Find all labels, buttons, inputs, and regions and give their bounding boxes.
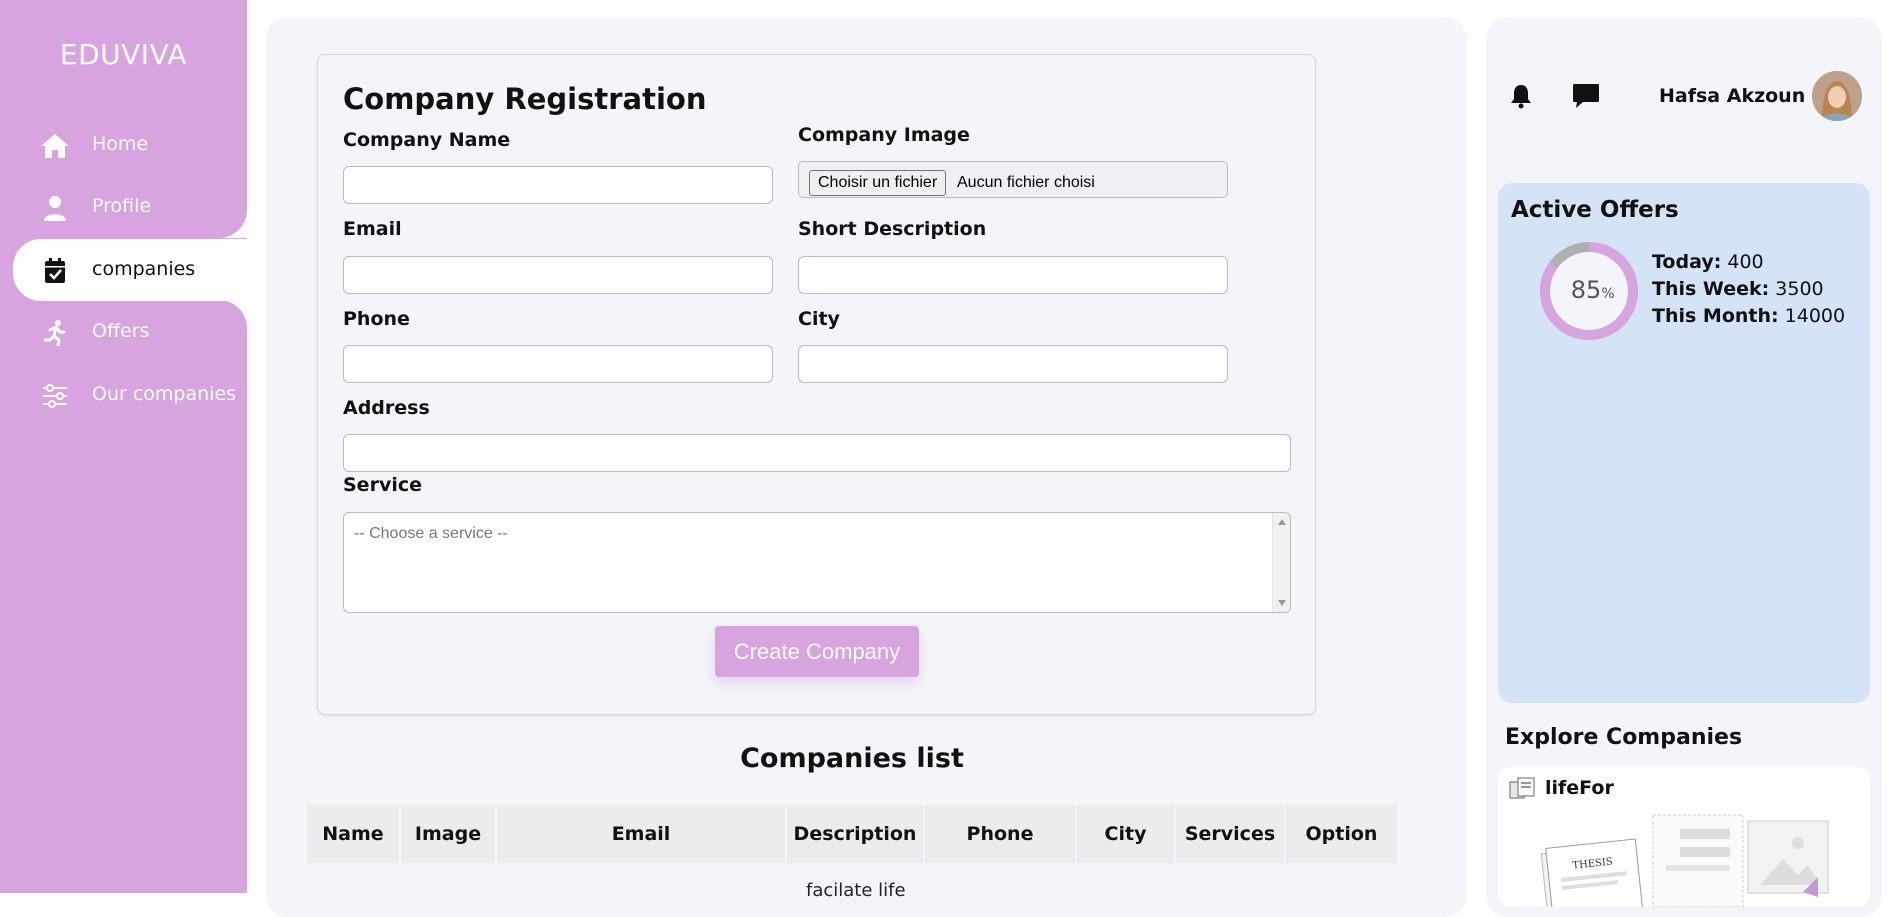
sidebar-item-home[interactable]: Home [0,114,247,176]
city-label: City [798,308,840,330]
sidebar-item-label: Profile [92,195,152,217]
column-header: Name [307,805,401,863]
calendar-check-icon [45,258,65,283]
column-header: Phone [925,805,1077,863]
stat-label: This Week: [1652,278,1770,300]
scroll-up-arrow-icon[interactable] [1278,519,1286,525]
phone-label: Phone [343,308,410,330]
sidebar-item-label: Offers [92,320,150,342]
stat-today: Today: 400 [1652,251,1764,273]
stat-week: This Week: 3500 [1652,278,1824,300]
address-label: Address [343,397,430,419]
sidebar-item-label: companies [92,258,196,280]
sidebar-item-profile[interactable]: Profile [0,176,247,238]
column-header: Description [787,805,925,863]
column-header: Option [1286,805,1399,863]
running-icon [43,320,66,346]
file-status-text: Aucun fichier choisi [957,174,1095,191]
stat-label: Today: [1652,251,1722,273]
email-label: Email [343,218,402,240]
avatar[interactable] [1812,71,1862,121]
app-logo[interactable]: EDUVIVA [0,38,247,71]
email-input[interactable] [343,256,773,294]
registration-form-card [317,54,1316,715]
sidebar-item-companies[interactable]: companies [13,239,247,301]
donut-percent-value: 85 [1571,276,1602,304]
phone-input[interactable] [343,345,773,383]
choose-file-button[interactable]: Choisir un fichier [809,170,947,196]
donut-percent-unit: % [1601,286,1614,302]
chat-icon[interactable] [1571,82,1601,110]
company-name-input[interactable] [343,166,773,204]
column-header: Image [401,805,497,863]
column-header: Services [1176,805,1286,863]
stat-value: 400 [1727,251,1764,273]
company-image-label: Company Image [798,124,970,146]
offers-progress-donut: 85 % [1540,242,1638,340]
companies-table-header: Name Image Email Description Phone City … [307,805,1399,863]
user-icon [44,196,66,221]
bell-icon[interactable] [1508,83,1534,109]
sidebar-item-label: Our companies [92,383,237,405]
explore-companies-title: Explore Companies [1505,725,1743,750]
stat-month: This Month: 14000 [1652,305,1845,327]
column-header: Email [497,805,787,863]
form-title: Company Registration [343,82,707,116]
sidebar-item-label: Home [92,133,149,155]
service-label: Service [343,474,422,496]
company-logo-icon [1509,777,1535,799]
company-image-file-input[interactable]: Choisir un fichier Aucun fichier choisi [798,161,1228,198]
city-input[interactable] [798,345,1228,383]
address-input[interactable] [343,434,1291,472]
scroll-down-arrow-icon[interactable] [1278,600,1286,606]
company-name[interactable]: lifeFor [1545,777,1614,799]
column-header: City [1077,805,1176,863]
short-description-input[interactable] [798,256,1228,294]
stat-value: 14000 [1784,305,1846,327]
sidebar-item-our-companies[interactable]: Our companies [0,364,247,426]
short-description-label: Short Description [798,218,987,240]
table-cell-description: facilate life [806,880,906,901]
home-icon [41,134,69,158]
service-scrollbar[interactable] [1272,513,1290,612]
avatar-image [1812,71,1862,121]
stat-label: This Month: [1652,305,1779,327]
active-offers-title: Active Offers [1511,197,1679,223]
service-placeholder-option[interactable]: -- Choose a service -- [354,525,508,543]
service-select[interactable]: -- Choose a service -- [343,512,1291,613]
user-name[interactable]: Hafsa Akzoun [1659,85,1805,107]
sliders-icon [43,384,67,408]
companies-list-title: Companies list [740,743,964,774]
sidebar-item-offers[interactable]: Offers [0,301,247,363]
create-company-button[interactable]: Create Company [715,626,919,677]
stat-value: 3500 [1775,278,1824,300]
company-name-label: Company Name [343,129,511,151]
